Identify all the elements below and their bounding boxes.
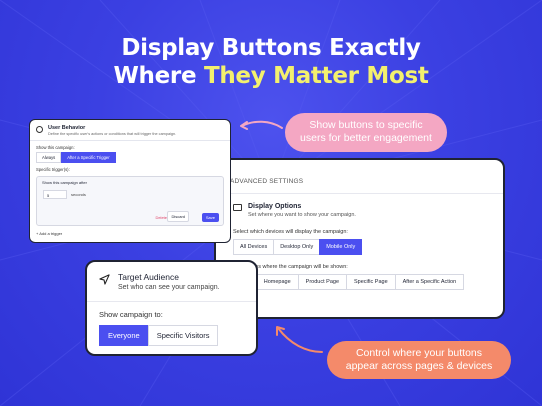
page-option-homepage[interactable]: Homepage <box>255 274 299 290</box>
device-option-mobile[interactable]: Mobile Only <box>319 239 363 255</box>
trigger-option-always[interactable]: Always <box>36 152 62 163</box>
display-options-title: Display Options <box>248 203 302 210</box>
pages-question: pages where the campaign will be shown: <box>246 264 348 270</box>
hero-title-prefix: Where <box>113 63 204 89</box>
callout-top-line1: Show buttons to specific <box>309 119 423 131</box>
trigger-box: Show this campaign after 5 seconds Delet… <box>36 176 224 226</box>
device-selector: All Devices Desktop Only Mobile Only <box>233 239 503 255</box>
user-icon <box>36 126 43 133</box>
callout-top-line2: users for better engagement <box>300 132 432 144</box>
audience-option-everyone[interactable]: Everyone <box>99 325 149 346</box>
hero-title-line1: Display Buttons Exactly <box>121 35 421 61</box>
monitor-icon <box>233 204 242 211</box>
trigger-box-title: Show this campaign after <box>42 180 87 185</box>
delete-button[interactable]: Delete <box>155 215 167 220</box>
page-option-product[interactable]: Product Page <box>297 274 347 290</box>
hero-title-highlight: They Matter Most <box>203 63 429 89</box>
arrow-bottom-icon <box>276 326 323 353</box>
seconds-unit: seconds <box>71 192 86 197</box>
display-options-subtitle: Set where you want to show your campaign… <box>248 212 356 218</box>
devices-question: Select which devices will display the ca… <box>233 229 348 235</box>
page-selector: s Homepage Product Page Specific Page Af… <box>238 274 503 290</box>
user-behavior-title: User Behavior <box>48 125 86 131</box>
advanced-settings-header: ADVANCED SETTINGS <box>216 160 503 194</box>
callout-bottom: Control where your buttons appear across… <box>327 341 511 379</box>
callout-top: Show buttons to specific users for bette… <box>285 113 447 152</box>
page-option-after-action[interactable]: After a Specific Action <box>394 274 465 290</box>
device-option-desktop[interactable]: Desktop Only <box>273 239 321 255</box>
arrow-top-icon <box>240 120 283 130</box>
target-audience-title: Target Audience <box>118 272 179 282</box>
show-campaign-label: Show this campaign: <box>36 145 75 150</box>
save-button[interactable]: Save <box>201 213 219 222</box>
audience-option-specific[interactable]: Specific Visitors <box>147 325 219 346</box>
seconds-input[interactable]: 5 <box>43 190 67 199</box>
target-audience-subtitle: Set who can see your campaign. <box>118 284 220 291</box>
trigger-option-specific[interactable]: After a Specific Trigger <box>61 152 116 163</box>
discard-button[interactable]: Discard <box>167 211 189 222</box>
send-icon <box>99 274 110 285</box>
user-behavior-panel: User Behavior Define the specific user's… <box>29 119 231 243</box>
trigger-mode-selector: Always After a Specific Trigger <box>36 152 230 163</box>
hero-title-line2: Where They Matter Most <box>0 62 542 90</box>
user-behavior-subtitle: Define the specific user's actions or co… <box>48 132 177 136</box>
device-option-all[interactable]: All Devices <box>233 239 275 255</box>
callout-bottom-line2: appear across pages & devices <box>345 360 493 372</box>
add-trigger-link[interactable]: + Add a trigger <box>30 228 230 239</box>
page-option-specific[interactable]: Specific Page <box>346 274 396 290</box>
target-audience-panel: Target Audience Set who can see your cam… <box>85 260 258 356</box>
audience-selector: Everyone Specific Visitors <box>99 325 256 346</box>
callout-bottom-line1: Control where your buttons <box>355 347 483 359</box>
show-campaign-to-label: Show campaign to: <box>99 310 163 319</box>
specific-triggers-label: Specific trigger(s): <box>36 167 70 172</box>
